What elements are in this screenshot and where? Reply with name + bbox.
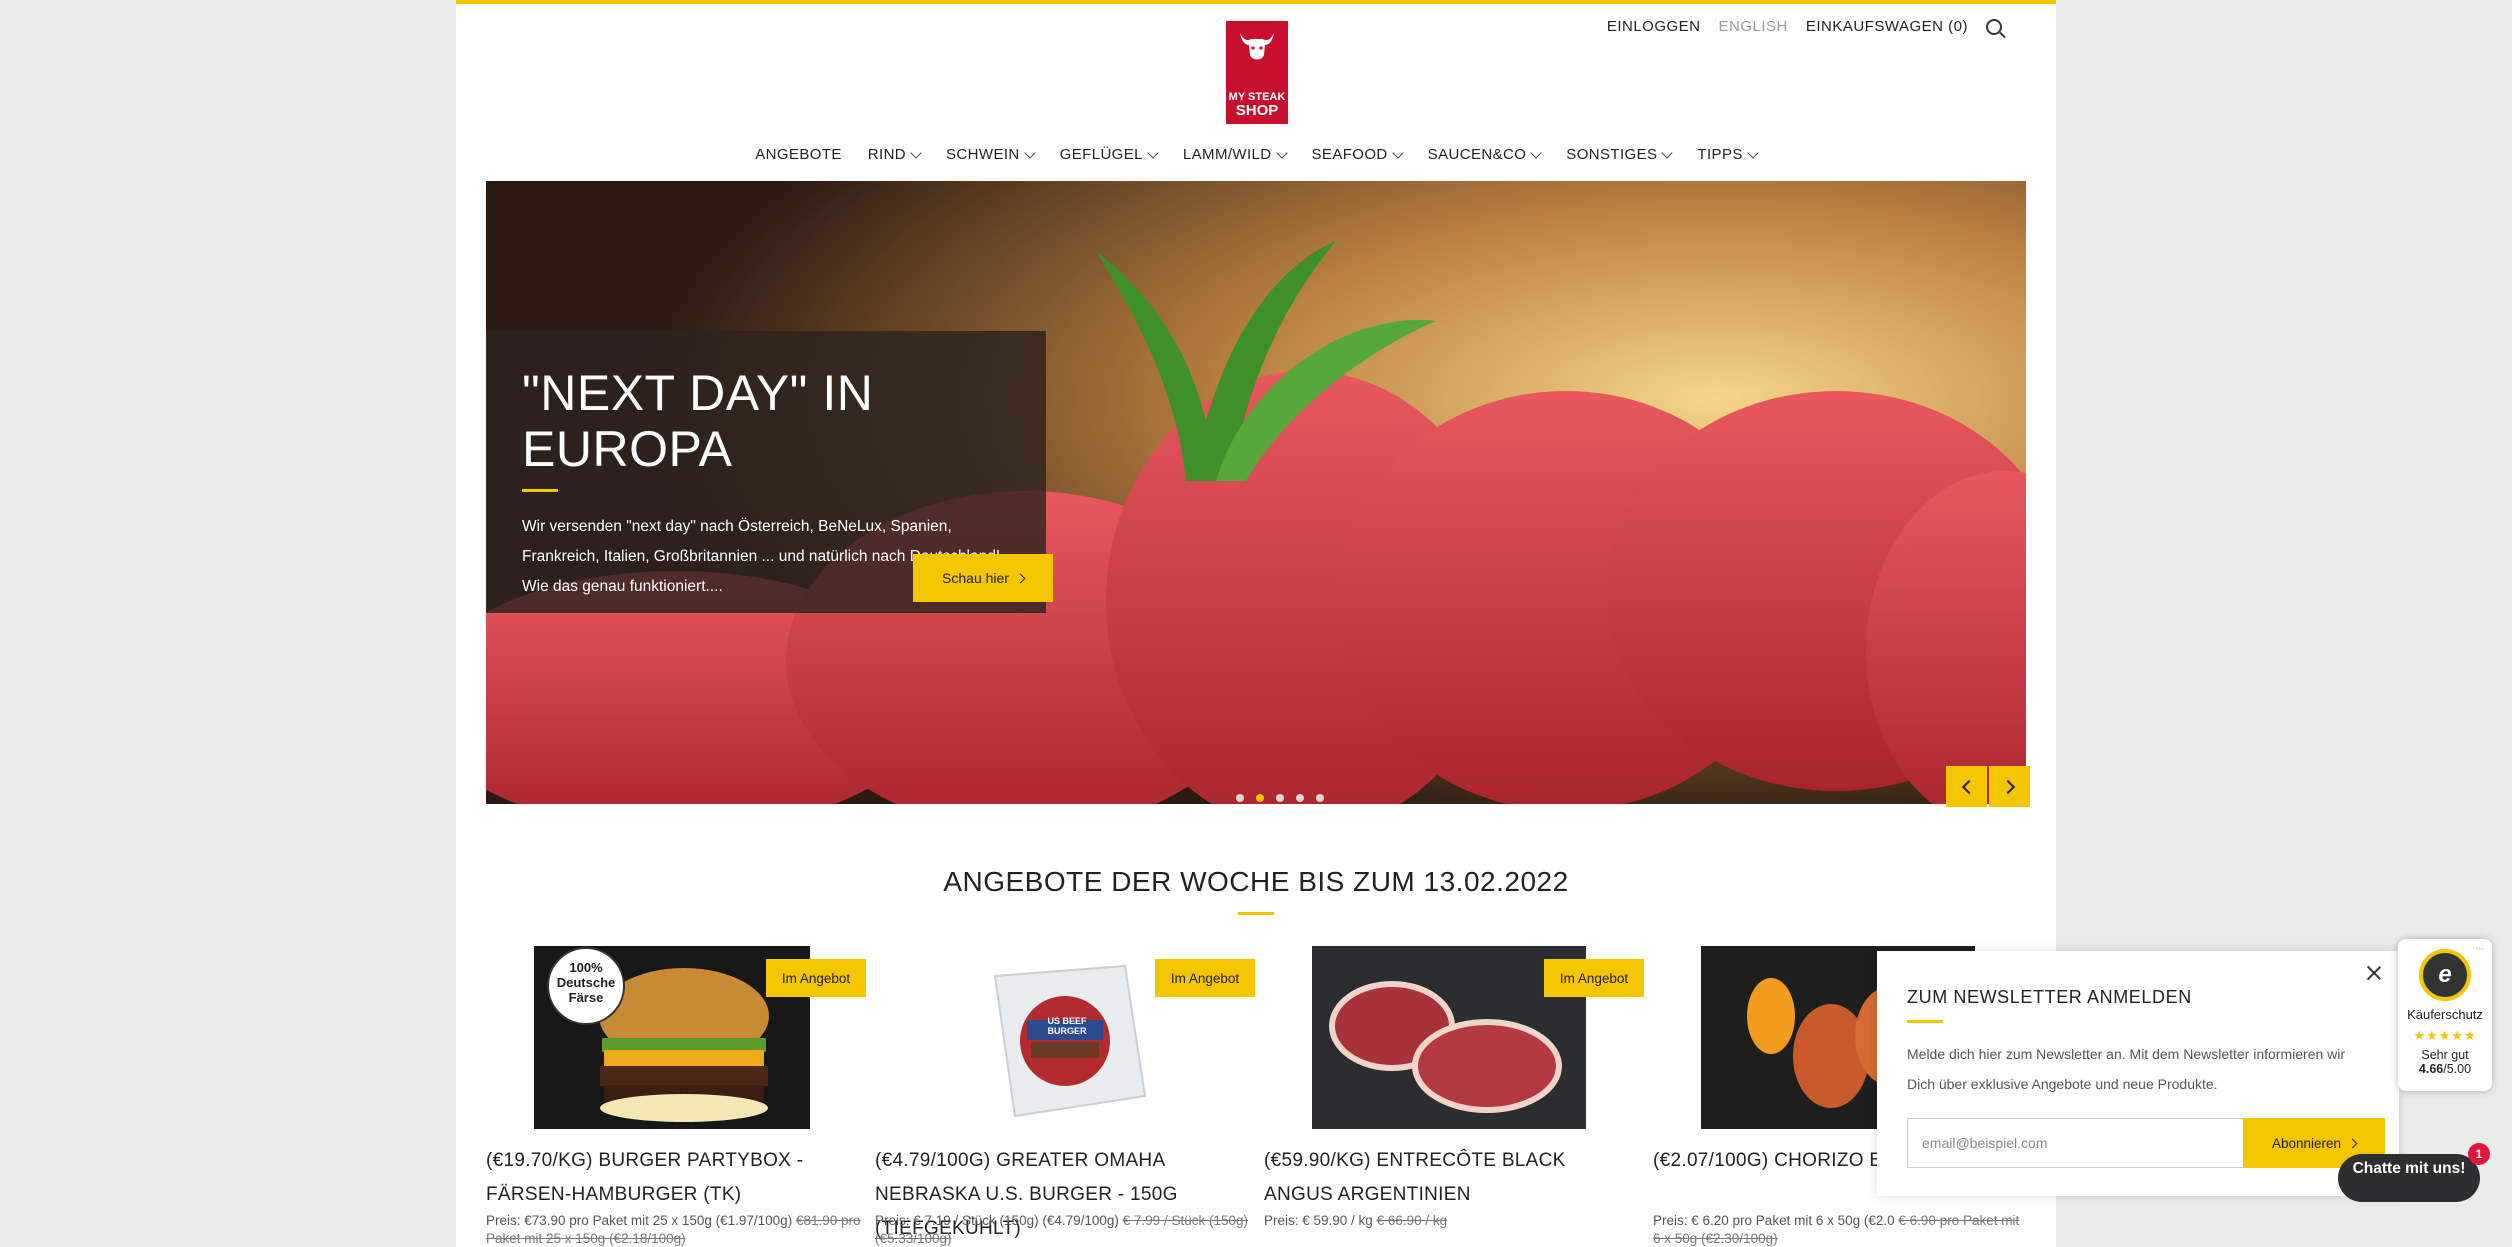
- chevron-down-icon: [1275, 146, 1288, 159]
- old-price: € 66.90 / kg: [1376, 1213, 1448, 1228]
- nav-item-angebote[interactable]: ANGEBOTE: [755, 146, 842, 163]
- subscribe-label: Abonnieren: [2271, 1135, 2342, 1151]
- nav-item-lamm-wild[interactable]: LAMM/WILD: [1182, 146, 1288, 163]
- slider-dot[interactable]: [1276, 794, 1284, 802]
- nav-label: LAMM/WILD: [1182, 146, 1272, 163]
- chat-button[interactable]: Chatte mit uns! 1: [2338, 1143, 2490, 1202]
- bull-icon: [1240, 33, 1274, 60]
- nav-item-saucen[interactable]: SAUCEN&CO: [1427, 146, 1542, 163]
- nav-label: SAUCEN&CO: [1427, 146, 1527, 163]
- hero-text-line-1: Wir versenden "next day" nach Österreich…: [522, 518, 952, 535]
- more-icon[interactable]: ...: [2476, 941, 2484, 952]
- chevron-down-icon: [910, 146, 922, 159]
- hero-slider[interactable]: "NEXT DAY" IN EUROPA Wir versenden "next…: [486, 181, 2026, 804]
- nav-label: SCHWEIN: [946, 146, 1020, 163]
- nav-item-rind[interactable]: RIND: [867, 146, 922, 163]
- rating-text: Sehr gut: [2421, 1048, 2469, 1062]
- score-value: 4.66: [2418, 1062, 2444, 1076]
- product-price: Preis: € 7.19 / Stück (150g) (€4.79/100g…: [875, 1212, 1250, 1247]
- logo-text-bottom: SHOP: [1235, 102, 1279, 119]
- slider-arrows: [1946, 766, 2030, 807]
- nav-label: ANGEBOTE: [755, 146, 842, 163]
- slider-prev-button[interactable]: [1946, 766, 1987, 807]
- chevron-down-icon: [1392, 146, 1404, 159]
- current-price: Preis: € 6.20 pro Paket mit 6 x 50g (€2.…: [1653, 1213, 1895, 1228]
- newsletter-form: Abonnieren: [1907, 1118, 2385, 1168]
- offer-badge: Im Angebot: [1544, 959, 1644, 997]
- hero-title: "NEXT DAY" IN EUROPA: [522, 365, 874, 477]
- offers-title: ANGEBOTE DER WOCHE BIS ZUM 13.02.2022: [943, 866, 1569, 897]
- product-price: Preis: €73.90 pro Paket mit 25 x 150g (€…: [486, 1212, 861, 1247]
- slider-dot[interactable]: [1316, 794, 1324, 802]
- current-price: Preis: €73.90 pro Paket mit 25 x 150g (€…: [486, 1213, 793, 1228]
- product-image-label: 100% Deutsche Färse: [556, 960, 616, 1005]
- nav-item-seafood[interactable]: SEAFOOD: [1311, 146, 1404, 163]
- chevron-down-icon: [1747, 146, 1759, 159]
- search-icon[interactable]: [1986, 18, 2002, 35]
- nav-label: TIPPS: [1697, 146, 1743, 163]
- chevron-down-icon: [1661, 146, 1674, 159]
- product-title[interactable]: (€19.70/KG) BURGER PARTYBOX - FÄRSEN-HAM…: [486, 1144, 861, 1212]
- cta-label: Schau hier: [942, 570, 1009, 586]
- current-price: Preis: € 59.90 / kg: [1264, 1213, 1373, 1228]
- chat-label: Chatte mit uns!: [2352, 1160, 2466, 1177]
- current-price: Preis: € 7.19 / Stück (150g) (€4.79/100g…: [875, 1213, 1119, 1228]
- chevron-down-icon: [1024, 146, 1036, 159]
- rating-score: 4.66/5.00: [2398, 1062, 2492, 1076]
- title-underline: [1907, 1020, 1943, 1023]
- title-underline: [522, 489, 558, 492]
- product-price: Preis: € 6.20 pro Paket mit 6 x 50g (€2.…: [1653, 1212, 2028, 1247]
- hero-cta-button[interactable]: Schau hier: [913, 554, 1053, 602]
- offer-badge: Im Angebot: [1155, 959, 1255, 997]
- title-underline: [1238, 912, 1274, 915]
- newsletter-popup: ZUM NEWSLETTER ANMELDEN Melde dich hier …: [1877, 951, 2399, 1196]
- newsletter-title: ZUM NEWSLETTER ANMELDEN: [1907, 987, 2192, 1007]
- nav-label: RIND: [867, 146, 907, 163]
- product-image[interactable]: US BEEF BURGER: [955, 946, 1165, 1129]
- product-price: Preis: € 59.90 / kg € 66.90 / kg: [1264, 1212, 1639, 1230]
- main-nav: ANGEBOTE RIND SCHWEIN GEFLÜGEL LAMM/WILD…: [456, 146, 2056, 163]
- product-title[interactable]: (€59.90/KG) ENTRECÔTE BLACK ANGUS ARGENT…: [1264, 1144, 1639, 1212]
- chevron-right-icon: [2347, 1138, 2358, 1148]
- nav-label: GEFLÜGEL: [1059, 146, 1143, 163]
- page: EINLOGGEN ENGLISH EINKAUFSWAGEN (0) MY S…: [456, 0, 2056, 1247]
- nav-label: SONSTIGES: [1566, 146, 1658, 163]
- cart-link[interactable]: EINKAUFSWAGEN (0): [1806, 18, 1968, 35]
- score-max: /5.00: [2443, 1062, 2472, 1076]
- nav-item-gefluegel[interactable]: GEFLÜGEL: [1059, 146, 1159, 163]
- login-link[interactable]: EINLOGGEN: [1607, 18, 1701, 35]
- nav-label: SEAFOOD: [1311, 146, 1388, 163]
- slider-next-button[interactable]: [1989, 766, 2030, 807]
- utility-bar: EINLOGGEN ENGLISH EINKAUFSWAGEN (0): [1607, 18, 2002, 35]
- newsletter-text: Melde dich hier zum Newsletter an. Mit d…: [1907, 1046, 2346, 1092]
- nav-item-tipps[interactable]: TIPPS: [1697, 146, 1759, 163]
- chevron-left-icon: [1961, 779, 1976, 794]
- slider-dots: [1236, 794, 1324, 802]
- email-field[interactable]: [1907, 1118, 2243, 1168]
- slider-dot[interactable]: [1236, 794, 1244, 802]
- product-image-label: US BEEF BURGER: [1047, 1016, 1087, 1036]
- offer-badge: Im Angebot: [766, 959, 866, 997]
- slider-dot[interactable]: [1296, 794, 1304, 802]
- notification-badge: 1: [2468, 1143, 2490, 1165]
- nav-item-sonstiges[interactable]: SONSTIGES: [1566, 146, 1674, 163]
- language-link[interactable]: ENGLISH: [1719, 18, 1788, 35]
- logo[interactable]: MY STEAK SHOP: [1226, 21, 1288, 124]
- chevron-right-icon: [2000, 779, 2015, 794]
- close-icon[interactable]: [2365, 964, 2383, 982]
- nav-item-schwein[interactable]: SCHWEIN: [946, 146, 1036, 163]
- trusted-shops-badge[interactable]: ... e Käuferschutz ★★★★★ Sehr gut 4.66/5…: [2398, 939, 2492, 1091]
- chevron-right-icon: [1015, 573, 1026, 583]
- rating-stars: ★★★★★: [2413, 1028, 2477, 1043]
- chevron-down-icon: [1530, 146, 1542, 159]
- slider-dot-active[interactable]: [1256, 794, 1264, 802]
- trust-label: Käuferschutz: [2407, 1007, 2483, 1022]
- chevron-down-icon: [1147, 146, 1159, 159]
- burger-pack-image: [955, 946, 1165, 1129]
- trust-seal-icon: e: [2419, 949, 2471, 1001]
